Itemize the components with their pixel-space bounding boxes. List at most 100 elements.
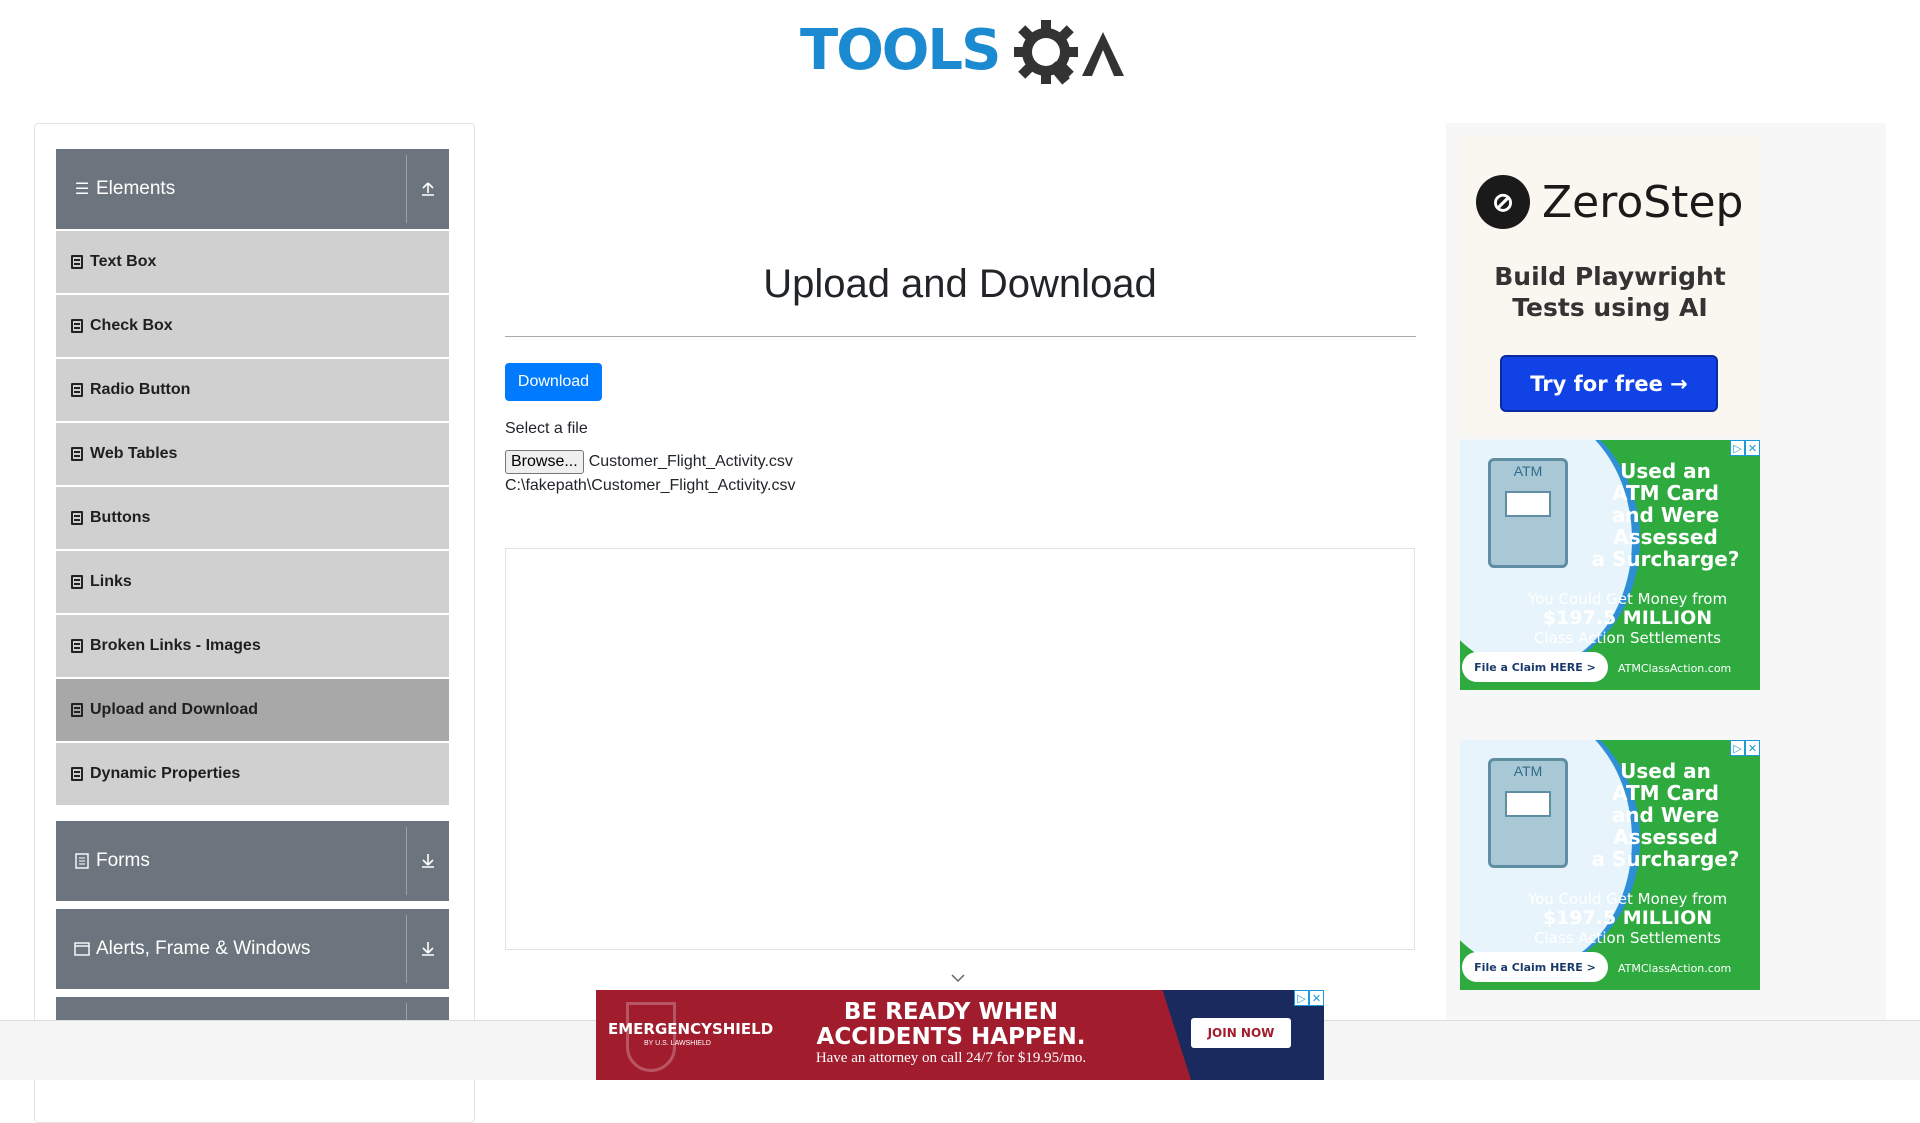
menu-item-check-box[interactable]: Check Box	[56, 295, 449, 357]
download-button[interactable]: Download	[505, 363, 602, 401]
group-label: Elements	[96, 178, 176, 199]
close-icon[interactable]: ✕	[1309, 990, 1324, 1006]
list-icon	[71, 639, 83, 653]
atm-ad[interactable]: ATM Used an ATM Card and Were Assessed a…	[1460, 440, 1760, 690]
emergencyshield-banner-ad[interactable]: EMERGENCYSHIELD BY U.S. LAWSHIELD BE REA…	[596, 990, 1324, 1080]
list-icon	[71, 767, 83, 781]
adchoices-icon[interactable]: ▷	[1730, 440, 1745, 456]
menu-item-label: Check Box	[90, 317, 173, 334]
group-header-alerts[interactable]: Alerts, Frame & Windows	[56, 909, 449, 989]
menu-item-label: Web Tables	[90, 445, 178, 462]
adchoices[interactable]: ▷ ✕	[1730, 740, 1760, 756]
logo-text-tools: TOOLS	[800, 18, 1001, 83]
download-arrow-icon[interactable]	[417, 937, 439, 959]
adchoices-icon[interactable]: ▷	[1730, 740, 1745, 756]
banner-brand: EMERGENCYSHIELD	[608, 1020, 774, 1038]
menu-icon: ☰	[74, 181, 90, 198]
menu-item-label: Broken Links - Images	[90, 637, 261, 654]
sub-line: Class Action Settlements	[1534, 929, 1721, 947]
ad-headline: Used an ATM Card and Were Assessed a Sur…	[1578, 460, 1753, 570]
zerostep-ad[interactable]: ⊘ ZeroStep Build Playwright Tests using …	[1460, 135, 1760, 435]
download-arrow-icon[interactable]	[417, 849, 439, 871]
menu-item-label: Dynamic Properties	[90, 765, 241, 782]
menu-item-label: Links	[90, 573, 132, 590]
form-icon	[73, 852, 91, 870]
atm-ad[interactable]: ATM Used an ATM Card and Were Assessed a…	[1460, 740, 1760, 990]
headline-line: and Were	[1611, 803, 1720, 827]
group-header-forms[interactable]: Forms	[56, 821, 449, 901]
sub-amount: $197.5 MILLION	[1542, 607, 1713, 629]
ad-site: ATMClassAction.com	[1618, 962, 1732, 975]
join-now-button[interactable]: JOIN NOW	[1191, 1018, 1291, 1048]
headline-line: a Surcharge?	[1591, 847, 1740, 871]
headline-line: ATM Card	[1612, 781, 1719, 805]
file-claim-button[interactable]: File a Claim HERE >	[1462, 952, 1608, 982]
menu-item-buttons[interactable]: Buttons	[56, 487, 449, 549]
file-input[interactable]: Browse... Customer_Flight_Activity.csv	[505, 450, 793, 474]
group-label: Alerts, Frame & Windows	[96, 938, 311, 959]
banner-subline: Have an attorney on call 24/7 for $19.95…	[815, 1050, 1087, 1066]
list-icon	[71, 447, 83, 461]
adchoices-icon[interactable]: ▷	[1294, 990, 1309, 1006]
headline-line: ACCIDENTS HAPPEN.	[816, 1024, 1086, 1050]
ad-subtext: You Could Get Money from $197.5 MILLION …	[1500, 890, 1755, 948]
group-header-elements[interactable]: ☰ Elements	[56, 149, 449, 229]
menu-item-radio-button[interactable]: Radio Button	[56, 359, 449, 421]
sub-line: Class Action Settlements	[1534, 629, 1721, 647]
atm-label: ATM	[1513, 763, 1543, 779]
zerostep-tagline: Build Playwright Tests using AI	[1460, 261, 1760, 323]
close-icon[interactable]: ✕	[1745, 740, 1760, 756]
chevron-down-icon[interactable]	[950, 970, 966, 986]
left-panel: ☰ Elements Text Box Check Box Radio Butt…	[34, 123, 475, 1123]
group-divider	[406, 827, 407, 895]
select-file-label: Select a file	[505, 420, 588, 437]
menu-item-broken-links[interactable]: Broken Links - Images	[56, 615, 449, 677]
group-label: Forms	[96, 850, 150, 871]
menu-item-links[interactable]: Links	[56, 551, 449, 613]
adchoices[interactable]: ▷ ✕	[1294, 990, 1324, 1006]
ad-placeholder	[505, 548, 1415, 950]
ad-subtext: You Could Get Money from $197.5 MILLION …	[1500, 590, 1755, 648]
browse-button[interactable]: Browse...	[505, 450, 584, 474]
uploaded-file-path: C:\fakepath\Customer_Flight_Activity.csv	[505, 477, 796, 494]
try-for-free-button[interactable]: Try for free →	[1500, 355, 1718, 412]
headline-line: Used an	[1620, 759, 1711, 783]
group-divider	[406, 915, 407, 983]
ad-headline: Used an ATM Card and Were Assessed a Sur…	[1578, 760, 1753, 870]
logo-letter-a	[1082, 32, 1124, 76]
file-claim-button[interactable]: File a Claim HERE >	[1462, 652, 1608, 682]
headline-line: a Surcharge?	[1591, 547, 1740, 571]
headline-line: Used an	[1620, 459, 1711, 483]
menu-item-upload-download[interactable]: Upload and Download	[56, 679, 449, 741]
list-icon	[71, 511, 83, 525]
sub-amount: $197.5 MILLION	[1542, 907, 1713, 929]
atm-machine-icon: ATM	[1488, 458, 1568, 568]
zerostep-logo: ⊘ ZeroStep	[1476, 175, 1743, 229]
adchoices[interactable]: ▷ ✕	[1730, 440, 1760, 456]
list-icon	[71, 703, 83, 717]
upload-arrow-icon[interactable]	[417, 177, 439, 199]
menu-item-dynamic-properties[interactable]: Dynamic Properties	[56, 743, 449, 805]
menu-item-web-tables[interactable]: Web Tables	[56, 423, 449, 485]
headline-line: BE READY WHEN	[843, 999, 1059, 1025]
atm-screen	[1505, 791, 1551, 817]
ad-site: ATMClassAction.com	[1618, 662, 1732, 675]
menu-item-text-box[interactable]: Text Box	[56, 231, 449, 293]
headline-line: ATM Card	[1612, 481, 1719, 505]
site-header: TOOLS	[0, 0, 1920, 100]
banner-headline: BE READY WHEN ACCIDENTS HAPPEN.	[771, 1000, 1131, 1050]
menu-item-label: Radio Button	[90, 381, 191, 398]
zerostep-mark-icon: ⊘	[1476, 175, 1530, 229]
headline-line: Assessed	[1613, 525, 1718, 549]
menu-item-label: Upload and Download	[90, 701, 258, 718]
selected-file-name: Customer_Flight_Activity.csv	[588, 453, 793, 470]
headline-line: Assessed	[1613, 825, 1718, 849]
title-divider	[505, 336, 1416, 337]
gear-icon	[1014, 20, 1078, 85]
atm-label: ATM	[1513, 463, 1543, 479]
list-icon	[71, 383, 83, 397]
close-icon[interactable]: ✕	[1745, 440, 1760, 456]
list-icon	[71, 255, 83, 269]
atm-screen	[1505, 491, 1551, 517]
toolsqa-logo[interactable]: TOOLS	[800, 14, 1130, 90]
